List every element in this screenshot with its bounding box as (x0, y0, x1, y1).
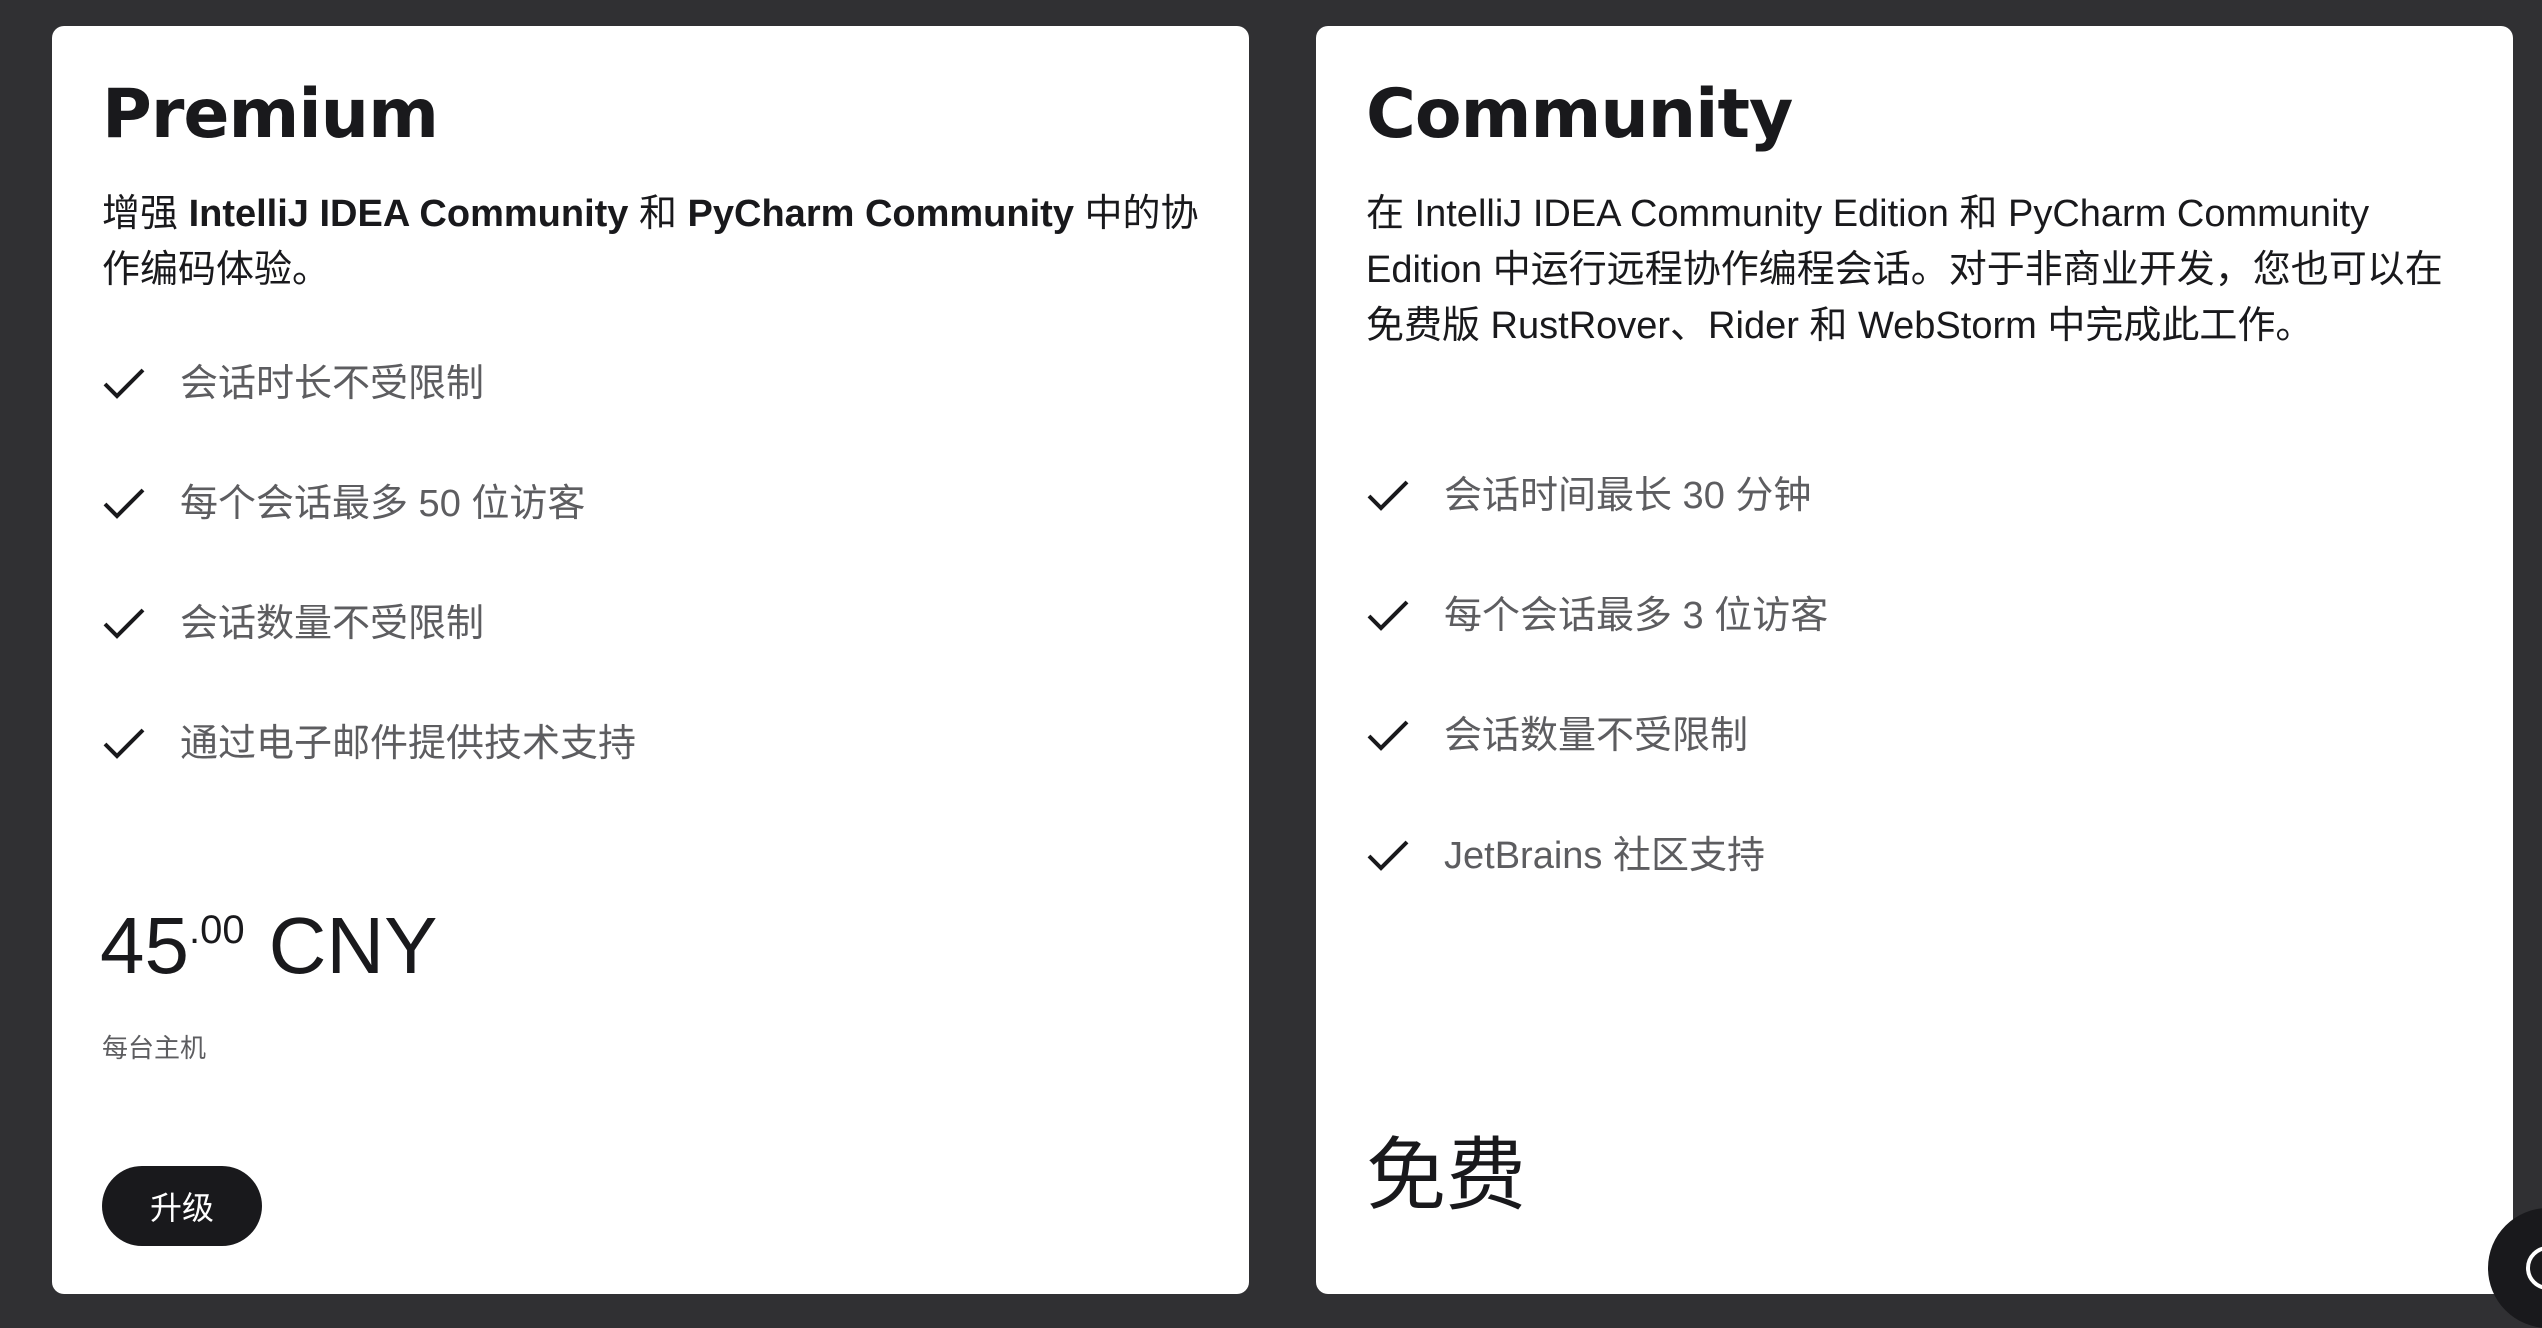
feature-item: 会话数量不受限制 (102, 596, 636, 716)
feature-item: 每个会话最多 50 位访客 (102, 476, 636, 596)
community-plan-title: Community (1366, 75, 1793, 154)
chat-icon (2526, 1246, 2542, 1290)
feature-item: 会话数量不受限制 (1366, 708, 1828, 828)
premium-feature-list: 会话时长不受限制 每个会话最多 50 位访客 会话数量不受限制 通过电子邮件提供… (102, 356, 636, 836)
check-icon (1366, 468, 1414, 524)
description-connector: 和 (628, 193, 688, 235)
feature-text: 会话时长不受限制 (180, 363, 485, 405)
description-product-pycharm: PyCharm Community (687, 193, 1074, 235)
upgrade-button[interactable]: 升级 (102, 1166, 262, 1246)
price-integer: 45 (100, 901, 189, 990)
feature-text: JetBrains 社区支持 (1444, 835, 1765, 877)
premium-price: 45.00 CNY (100, 906, 438, 986)
feature-text: 会话数量不受限制 (1444, 715, 1749, 757)
check-icon (102, 356, 150, 412)
community-feature-list: 会话时间最长 30 分钟 每个会话最多 3 位访客 会话数量不受限制 JetBr… (1366, 468, 1828, 948)
feature-text: 会话时间最长 30 分钟 (1444, 475, 1812, 517)
check-icon (102, 716, 150, 772)
description-prefix: 增强 (102, 193, 189, 235)
description-product-intellij: IntelliJ IDEA Community (188, 193, 629, 235)
check-icon (1366, 828, 1414, 884)
feature-text: 会话数量不受限制 (180, 603, 485, 645)
check-icon (1366, 708, 1414, 764)
check-icon (1366, 588, 1414, 644)
feature-item: 通过电子邮件提供技术支持 (102, 716, 636, 836)
community-price-free: 免费 (1366, 1131, 1526, 1220)
premium-plan-description: 增强 IntelliJ IDEA Community 和 PyCharm Com… (102, 186, 1212, 298)
check-icon (102, 596, 150, 652)
feature-item: 每个会话最多 3 位访客 (1366, 588, 1828, 708)
community-plan-description: 在 IntelliJ IDEA Community Edition 和 PyCh… (1366, 193, 2443, 347)
price-note: 每台主机 (102, 1033, 207, 1063)
feature-item: 会话时长不受限制 (102, 356, 636, 476)
feature-text: 通过电子邮件提供技术支持 (180, 723, 637, 765)
feature-text: 每个会话最多 3 位访客 (1444, 595, 1829, 637)
feature-text: 每个会话最多 50 位访客 (180, 483, 586, 525)
premium-plan-card: Premium 增强 IntelliJ IDEA Community 和 PyC… (52, 26, 1249, 1294)
price-decimal: .00 (188, 908, 245, 952)
feature-item: 会话时间最长 30 分钟 (1366, 468, 1828, 588)
feature-item: JetBrains 社区支持 (1366, 828, 1828, 948)
price-currency: CNY (268, 901, 438, 990)
premium-plan-title: Premium (102, 75, 439, 154)
check-icon (102, 476, 150, 532)
community-plan-card: Community 在 IntelliJ IDEA Community Edit… (1316, 26, 2513, 1294)
